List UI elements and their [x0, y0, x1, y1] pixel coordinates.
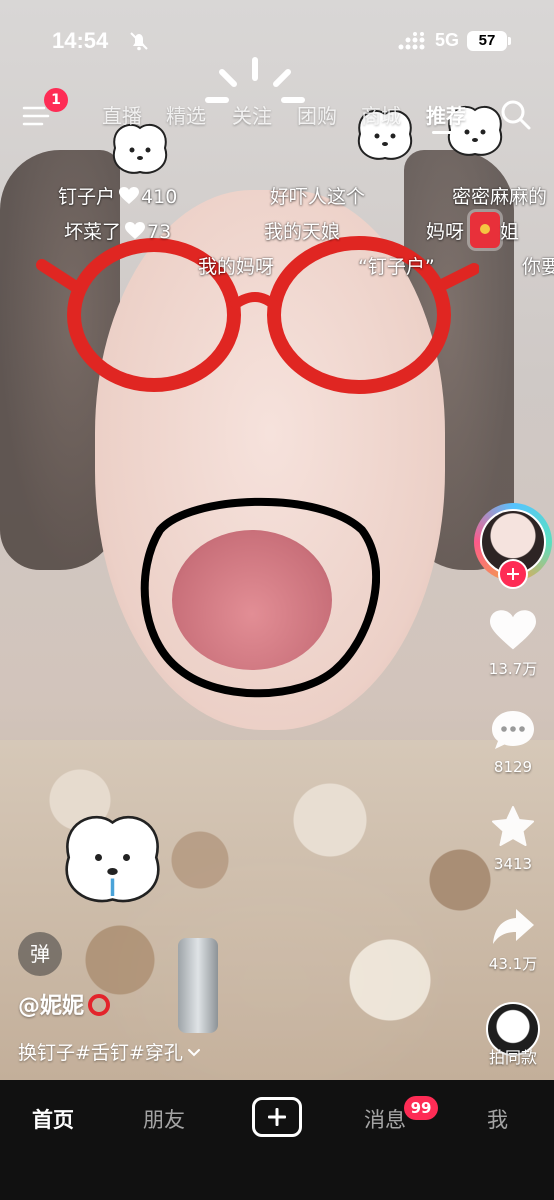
- danmaku-likes: 410: [141, 186, 178, 208]
- red-envelope-icon[interactable]: [470, 212, 500, 248]
- message-badge: 99: [404, 1096, 438, 1120]
- caption-text: 换钉子#舌钉#穿孔: [18, 1042, 183, 1064]
- danmaku-text: 坏菜了: [64, 221, 122, 243]
- status-bar: 14:54 5G 57: [0, 0, 554, 80]
- share-count: 43.1万: [488, 955, 538, 973]
- tab-group-buy[interactable]: 团购: [297, 100, 337, 129]
- menu-notification-badge: 1: [44, 88, 68, 112]
- danmaku-comment[interactable]: 你要: [522, 252, 554, 279]
- danmaku-text: 钉子户: [58, 186, 116, 208]
- danmaku-comment[interactable]: 姐: [500, 217, 519, 244]
- danmaku-comment[interactable]: 坏菜了 73: [64, 217, 171, 244]
- video-player[interactable]: [0, 0, 554, 1080]
- like-count: 13.7万: [488, 660, 538, 678]
- nav-friends[interactable]: 朋友: [143, 1104, 185, 1134]
- nav-home[interactable]: 首页: [32, 1104, 74, 1134]
- tab-recommended[interactable]: 推荐: [426, 100, 466, 129]
- favorite-count: 3413: [493, 855, 533, 873]
- network-type: 5G: [435, 30, 460, 50]
- video-zipper: [178, 938, 218, 1033]
- mouth-outline-sticker: [140, 497, 380, 698]
- red-circle-icon: [88, 994, 111, 1016]
- nav-messages[interactable]: 消息: [364, 1104, 406, 1134]
- follow-button[interactable]: [498, 559, 528, 589]
- danmaku-toggle-button[interactable]: 弹: [18, 932, 62, 976]
- heart-icon: [125, 222, 146, 239]
- share-arrow-icon: [493, 909, 534, 944]
- tab-following[interactable]: 关注: [232, 100, 272, 129]
- tab-live[interactable]: 直播: [102, 100, 142, 129]
- danmaku-comment[interactable]: 我的妈呀: [198, 252, 274, 279]
- comment-bubble-icon: [492, 711, 534, 749]
- heart-icon: [490, 610, 536, 650]
- danmaku-likes: 73: [147, 221, 172, 243]
- tab-mall[interactable]: 商城: [361, 100, 401, 129]
- danmaku-comment[interactable]: 好吓人这个: [270, 182, 365, 209]
- danmaku-comment[interactable]: “钉子户”: [358, 252, 435, 279]
- video-fur-jacket: [0, 740, 554, 1080]
- dog-sticker-icon: [65, 815, 160, 903]
- danmaku-comment[interactable]: 妈呀: [426, 217, 464, 244]
- like-button[interactable]: 13.7万: [480, 610, 546, 679]
- comment-button[interactable]: 8129: [480, 708, 546, 776]
- battery-indicator: 57: [467, 31, 511, 51]
- danmaku-comment[interactable]: 我的天娘: [264, 217, 340, 244]
- star-icon: [492, 806, 534, 846]
- douyin-video-screen: 14:54 5G 57 1 直播 精选 关注 团购 商城 推荐 钉子户 410 好…: [0, 0, 554, 1200]
- danmaku-comment[interactable]: 钉子户 410: [58, 182, 177, 209]
- heart-icon: [119, 187, 140, 204]
- share-button[interactable]: 43.1万: [480, 905, 546, 974]
- same-shot-label: 拍同款: [488, 1048, 537, 1067]
- danmaku-comment[interactable]: 密密麻麻的: [452, 182, 547, 209]
- chevron-down-icon: [187, 1049, 200, 1057]
- active-tab-indicator: [432, 131, 462, 134]
- create-plus-button[interactable]: [252, 1097, 302, 1137]
- favorite-button[interactable]: 3413: [480, 805, 546, 873]
- status-time: 14:54: [52, 28, 109, 53]
- same-shot-button[interactable]: 拍同款: [480, 1002, 546, 1067]
- mute-bell-icon: [130, 32, 148, 51]
- author-handle: @妮妮: [18, 994, 85, 1019]
- tab-featured[interactable]: 精选: [166, 100, 206, 129]
- author-name[interactable]: @妮妮: [18, 988, 111, 1020]
- search-icon[interactable]: [500, 99, 532, 131]
- video-caption[interactable]: 换钉子#舌钉#穿孔: [18, 1038, 201, 1065]
- cell-signal-icon: [398, 32, 425, 50]
- nav-me[interactable]: 我: [487, 1104, 508, 1134]
- comment-count: 8129: [493, 758, 533, 776]
